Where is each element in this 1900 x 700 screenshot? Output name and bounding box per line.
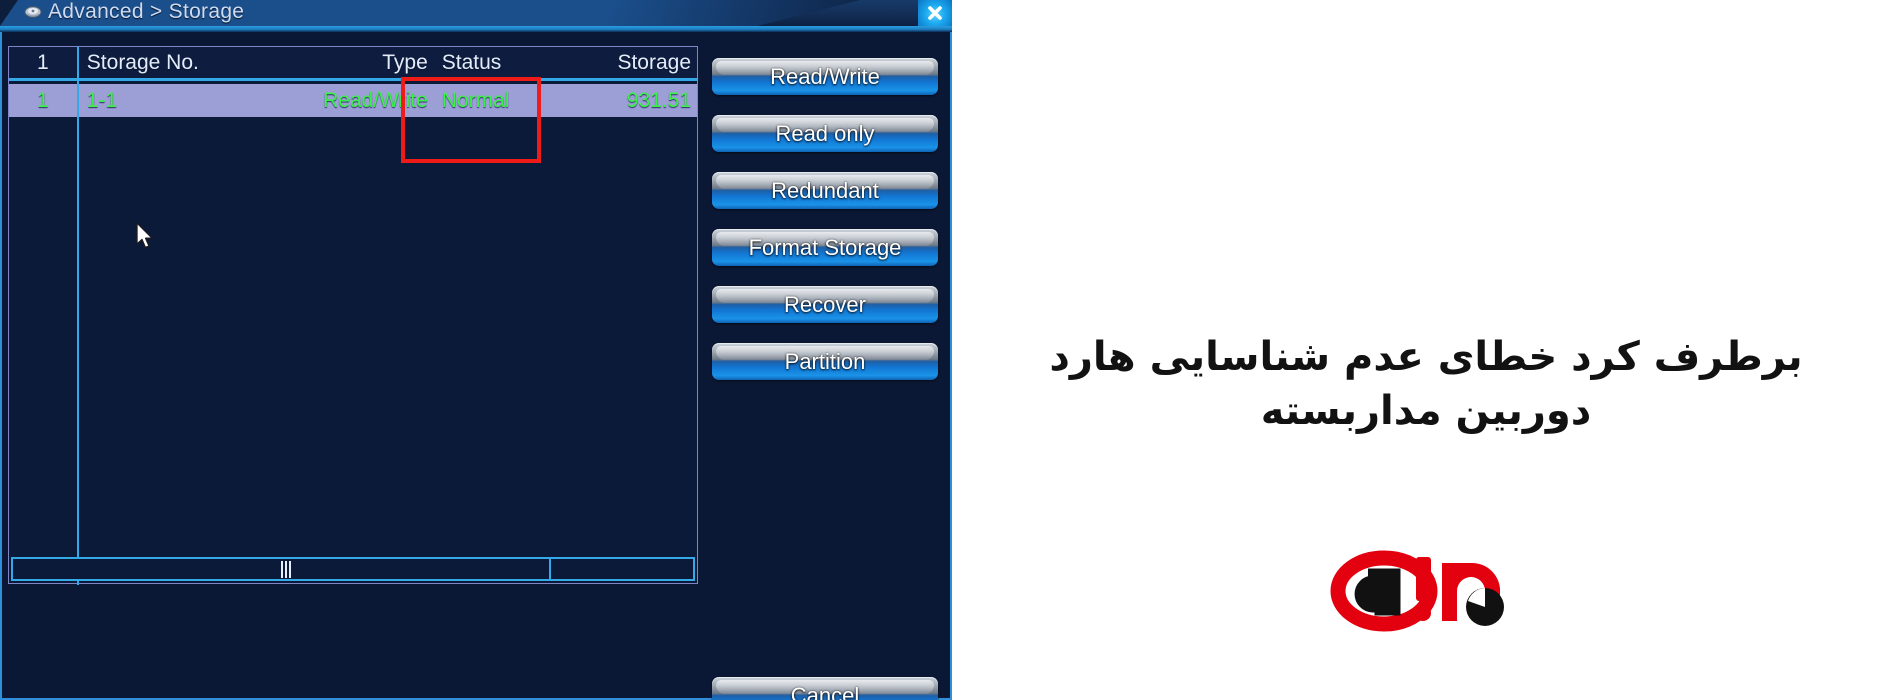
read-write-button-label: Read/Write	[770, 63, 880, 89]
header-storage-no: Storage No.	[86, 50, 199, 74]
cancel-button[interactable]: Cancel	[712, 677, 938, 700]
cell-storage-no: 1-1	[86, 88, 118, 112]
table-header-row: 1 Storage No. Type Status Storage	[9, 47, 697, 81]
read-only-button-label: Read only	[775, 120, 875, 146]
close-icon[interactable]	[918, 0, 952, 26]
format-storage-button-label: Format Storage	[748, 234, 902, 260]
window-title-bar: Advanced > Storage	[0, 0, 952, 26]
headline-line-1: برطرف کرد خطای عدم شناسایی هارد	[1049, 334, 1803, 380]
drag-grip-icon	[281, 561, 291, 578]
partition-button[interactable]: Partition	[712, 343, 938, 380]
format-storage-button[interactable]: Format Storage	[712, 229, 938, 266]
cancel-button-label: Cancel	[790, 682, 860, 700]
recover-button-label: Recover	[784, 291, 866, 317]
header-type: Type	[382, 50, 428, 74]
partition-button-label: Partition	[784, 348, 866, 374]
dvr-storage-dialog: Advanced > Storage 1 Storage No. Type St…	[0, 0, 952, 700]
scrollbar-thumb[interactable]	[13, 559, 551, 579]
table-row[interactable]: 1 1-1 Read/Write Normal 931.51	[9, 84, 697, 117]
headline-line-2: دوربین مداربسته	[1260, 388, 1592, 434]
hard-disk-icon	[24, 5, 42, 20]
cell-type: Read/Write	[323, 88, 428, 112]
column-divider	[77, 47, 79, 585]
horizontal-scrollbar[interactable]	[11, 557, 695, 581]
dialog-body: 1 Storage No. Type Status Storage 1 1-1 …	[0, 32, 952, 700]
redundant-button[interactable]: Redundant	[712, 172, 938, 209]
recover-button[interactable]: Recover	[712, 286, 938, 323]
banner-headline: برطرف کرد خطای عدم شناسایی هارد دوربین م…	[952, 330, 1900, 438]
aras-brand-logo-icon	[1322, 545, 1522, 635]
article-banner-panel: برطرف کرد خطای عدم شناسایی هارد دوربین م…	[952, 0, 1900, 700]
cell-storage: 931.51	[626, 88, 692, 112]
cell-index: 1	[37, 88, 49, 112]
header-storage: Storage	[617, 50, 692, 74]
redundant-button-label: Redundant	[771, 177, 879, 203]
page-title: Advanced > Storage	[48, 0, 245, 23]
cell-status: Normal	[441, 88, 510, 112]
header-status: Status	[441, 50, 502, 74]
header-index: 1	[37, 50, 49, 74]
action-button-column: Read/Write Read only Redundant Format St…	[712, 58, 938, 400]
storage-table: 1 Storage No. Type Status Storage 1 1-1 …	[8, 46, 698, 585]
read-write-button[interactable]: Read/Write	[712, 58, 938, 95]
read-only-button[interactable]: Read only	[712, 115, 938, 152]
